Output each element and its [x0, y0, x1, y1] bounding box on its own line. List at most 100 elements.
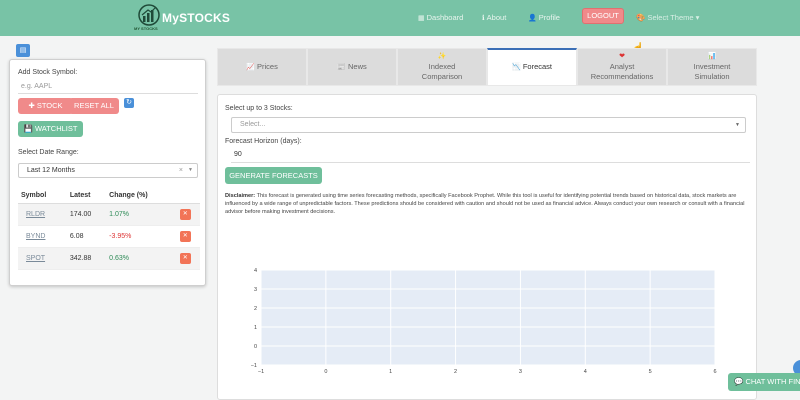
plus-icon: ✚	[28, 101, 35, 110]
tab-news[interactable]: 📰 News	[307, 48, 397, 86]
latest-price: 6.08	[69, 225, 110, 248]
col-latest: Latest	[69, 188, 110, 204]
reset-all-button[interactable]: RESET ALL	[69, 98, 119, 114]
add-stock-button[interactable]: ✚ STOCK	[18, 98, 73, 114]
chat-icon: 💬	[734, 377, 744, 386]
table-row: RLDR 174.00 1.07% ✕	[18, 203, 200, 226]
disclaimer-title: Disclaimer:	[225, 193, 256, 199]
add-symbol-label: Add Stock Symbol:	[18, 69, 78, 76]
nav-about-label: About	[486, 13, 507, 22]
tab-indexed-label: Indexed Comparison	[421, 62, 463, 81]
nav-dashboard-label: Dashboard	[426, 13, 464, 22]
heart-icon: ❤	[619, 53, 625, 60]
x-tick-label: 3	[519, 369, 522, 375]
logo-icon	[138, 4, 160, 26]
symbol-link[interactable]: BYND	[18, 225, 70, 248]
watchlist-table: Symbol Latest Change (%) RLDR 174.00 1.0…	[18, 188, 200, 270]
chevron-down-icon: ▼	[735, 122, 740, 128]
date-range-value: Last 12 Months	[27, 167, 75, 174]
watchlist-button[interactable]: 💾 WATCHLIST	[18, 121, 83, 137]
table-header-row: Symbol Latest Change (%)	[18, 188, 200, 204]
plot-area	[261, 270, 715, 365]
tab-simulation-label: Investment Simulation	[693, 62, 731, 81]
tab-analyst-label: Analyst Recommendations	[590, 62, 654, 81]
y-tick-label: 1	[254, 325, 257, 331]
latest-price: 174.00	[69, 203, 110, 226]
chevron-down-icon: ▾	[695, 13, 700, 22]
symbol-link[interactable]: RLDR	[18, 203, 70, 226]
info-icon: ℹ	[482, 14, 485, 22]
remove-icon[interactable]: ✕	[179, 230, 191, 242]
newspaper-icon: 📰	[337, 63, 346, 71]
forecast-chart: −1 0 1 2 3 4 5 6 4 3 2 1 0 −1	[251, 268, 717, 375]
delete-cell: ✕	[179, 203, 200, 226]
col-change: Change (%)	[109, 188, 180, 204]
tab-prices[interactable]: 📈 Prices	[217, 48, 307, 86]
user-icon: 👤	[528, 14, 537, 22]
navbar: MySTOCKS MY STOCKS ▦ Dashboard ℹ About 👤…	[0, 0, 800, 36]
dashboard-icon: ▦	[418, 14, 425, 22]
delete-cell: ✕	[179, 247, 200, 270]
logout-button[interactable]: LOGOUT	[582, 8, 624, 24]
x-tick-label: 6	[713, 369, 716, 375]
change-value: 1.07%	[109, 203, 180, 226]
chat-button-label: CHAT WITH FIN	[745, 377, 800, 386]
latest-price: 342.88	[69, 247, 110, 270]
x-tick-label: 5	[649, 369, 652, 375]
x-tick-label: 2	[454, 369, 457, 375]
nav-about[interactable]: ℹ About	[482, 13, 506, 22]
delete-cell: ✕	[179, 225, 200, 248]
tab-forecast[interactable]: 📉 Forecast	[487, 48, 577, 86]
clear-icon[interactable]: ×	[179, 164, 183, 177]
stock-select-placeholder: Select...	[240, 121, 266, 128]
tab-analyst-recommendations[interactable]: ❤ Analyst Recommendations	[577, 48, 667, 86]
tab-forecast-label: Forecast	[522, 62, 552, 71]
chat-button[interactable]: 💬 CHAT WITH FIN	[728, 373, 800, 391]
brand-logo[interactable]: MySTOCKS MY STOCKS	[134, 4, 230, 32]
generate-forecasts-button[interactable]: GENERATE FORECASTS	[225, 167, 322, 184]
col-action	[179, 188, 200, 204]
x-tick-label: −1	[258, 369, 264, 375]
stock-select[interactable]: Select... ▼	[231, 117, 746, 133]
chart-line-icon: 📈	[246, 63, 255, 71]
brand-name: MySTOCKS	[162, 11, 231, 25]
nav-dashboard[interactable]: ▦ Dashboard	[418, 13, 463, 22]
add-stock-label: STOCK	[36, 101, 63, 110]
tab-prices-label: Prices	[256, 61, 278, 71]
x-tick-label: 0	[324, 369, 327, 375]
disclaimer: Disclaimer: This forecast is generated u…	[225, 193, 755, 216]
symbol-input[interactable]: e.g. AAPL	[18, 80, 198, 94]
date-range-label: Select Date Range:	[18, 149, 79, 156]
tab-bar: 📈 Prices 📰 News ✨ Indexed Comparison 📉 F…	[217, 48, 757, 86]
horizon-label: Forecast Horizon (days):	[225, 138, 302, 145]
nav-profile[interactable]: 👤 Profile	[528, 13, 560, 22]
brand-tagline: MY STOCKS	[134, 26, 158, 31]
symbol-link[interactable]: SPOT	[18, 247, 70, 270]
remove-icon[interactable]: ✕	[179, 252, 191, 264]
refresh-icon[interactable]: ↻	[124, 98, 134, 108]
save-icon: 💾	[23, 124, 33, 133]
palette-icon: 🎨	[636, 13, 646, 22]
col-symbol: Symbol	[18, 188, 70, 204]
tab-indexed-comparison[interactable]: ✨ Indexed Comparison	[397, 48, 487, 86]
tab-investment-simulation[interactable]: 📊 Investment Simulation	[667, 48, 757, 86]
change-value: 0.63%	[109, 247, 180, 270]
sidebar-panel: Add Stock Symbol: e.g. AAPL ✚ STOCK RESE…	[9, 59, 206, 286]
x-tick-label: 4	[584, 369, 587, 375]
theme-selector[interactable]: 🎨 Select Theme ▾	[636, 13, 699, 22]
bar-chart-icon: 📊	[707, 53, 717, 60]
change-value: -3.95%	[109, 225, 180, 248]
remove-icon[interactable]: ✕	[179, 208, 191, 220]
nav-profile-label: Profile	[538, 13, 560, 22]
sidebar-toggle-button[interactable]: ▤	[16, 44, 30, 57]
x-tick-label: 1	[389, 369, 392, 375]
table-row: BYND 6.08 -3.95% ✕	[18, 225, 200, 248]
date-range-select[interactable]: Last 12 Months × ▼	[18, 163, 198, 178]
y-tick-label: 3	[254, 287, 257, 293]
horizon-input[interactable]: 90	[231, 148, 750, 163]
disclaimer-text: This forecast is generated using time se…	[225, 193, 745, 215]
forecast-panel: Select up to 3 Stocks: Select... ▼ Forec…	[217, 94, 757, 400]
y-tick-label: −1	[251, 363, 257, 369]
trend-down-icon: 📉	[512, 64, 521, 71]
star-icon: ✨	[437, 53, 447, 60]
